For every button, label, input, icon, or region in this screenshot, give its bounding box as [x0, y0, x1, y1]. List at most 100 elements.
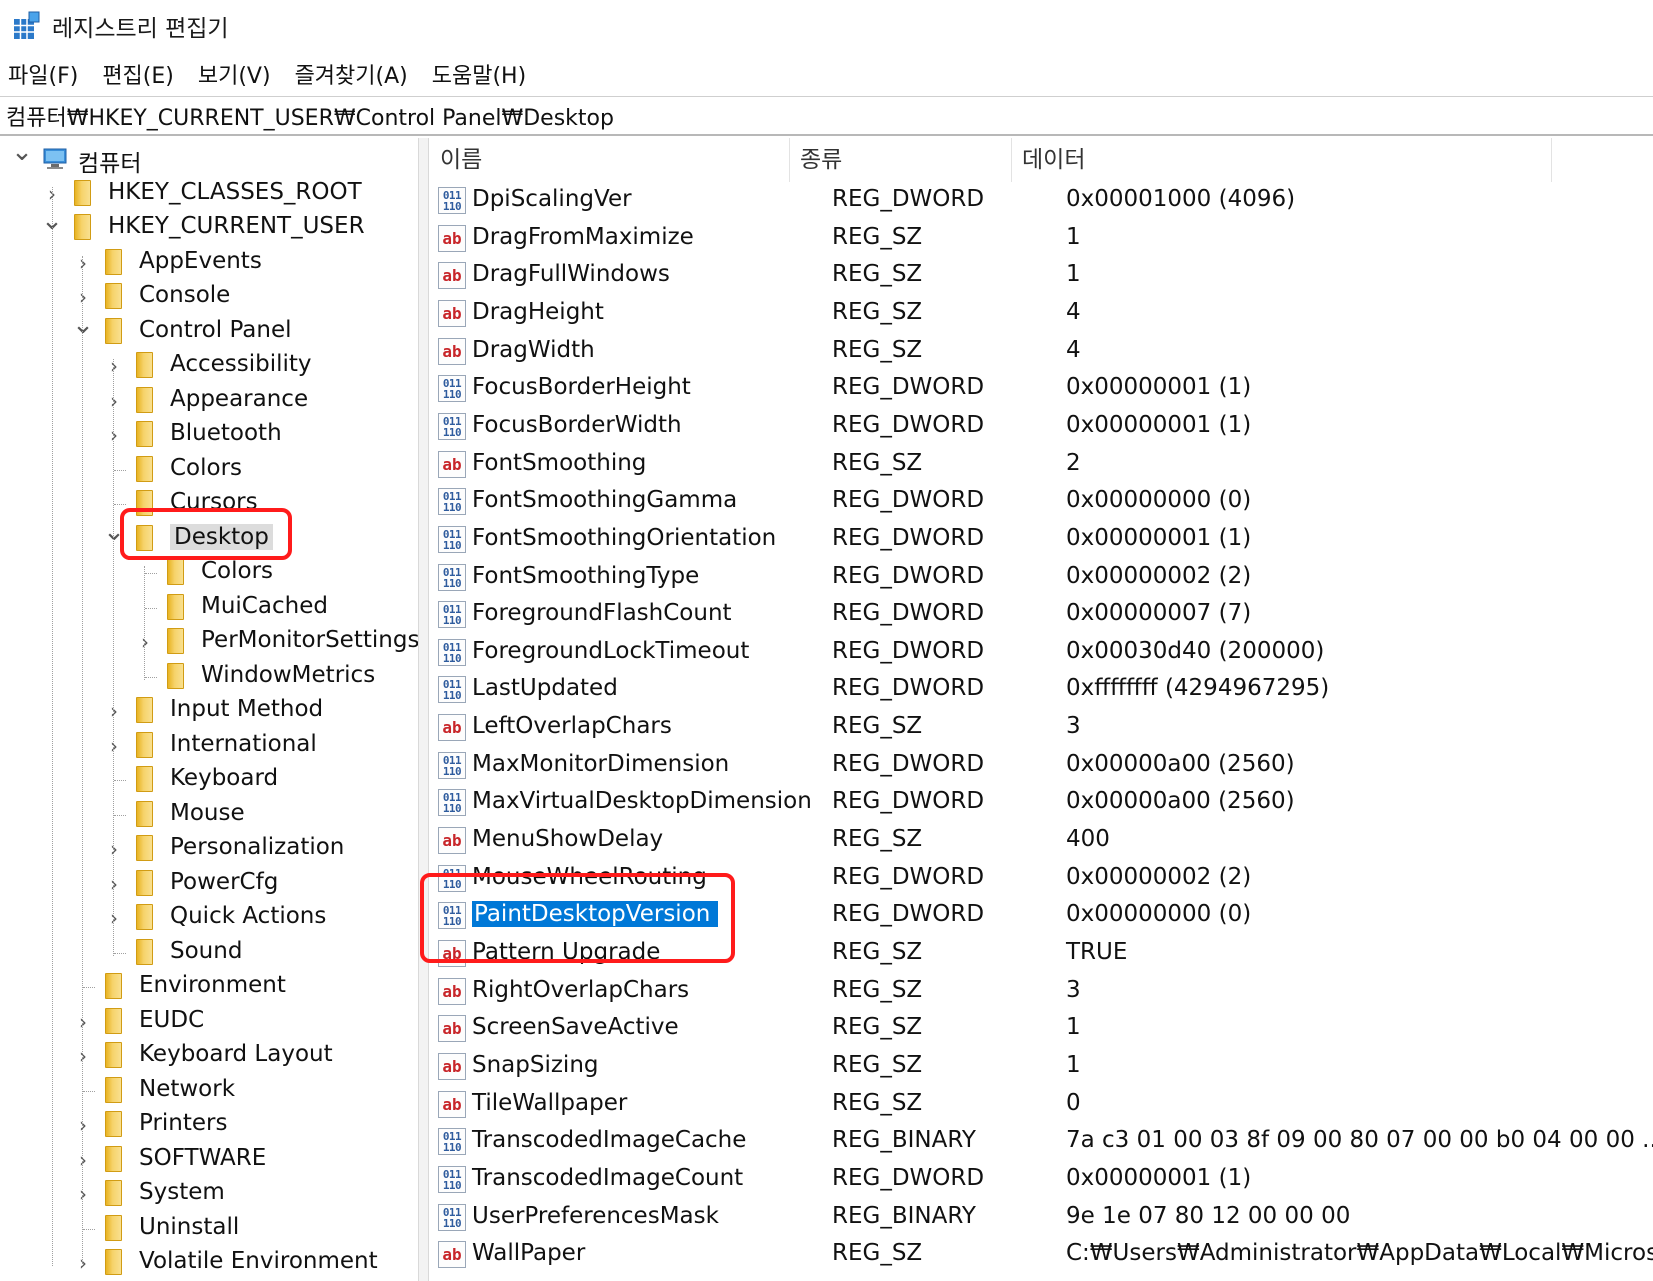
value-name[interactable]: MaxVirtualDesktopDimension: [472, 788, 812, 814]
value-name[interactable]: FocusBorderWidth: [472, 412, 682, 438]
value-row[interactable]: 011 110 DpiScalingVer REG_DWORD 0x00001000 (…: [430, 182, 1653, 219]
value-row[interactable]: 011 110 TranscodedImageCount REG_DWORD 0x000…: [430, 1161, 1653, 1198]
value-row[interactable]: ab ScreenSaveActive REG_SZ 1: [430, 1010, 1653, 1047]
value-row[interactable]: 011 110 LastUpdated REG_DWORD 0xffffffff (42…: [430, 671, 1653, 708]
chevron-right-icon[interactable]: ›: [102, 734, 126, 758]
tree-node[interactable]: › EUDC: [0, 1005, 418, 1039]
chevron-down-icon[interactable]: ⌄: [71, 312, 95, 338]
value-row[interactable]: ab DragFromMaximize REG_SZ 1: [430, 220, 1653, 257]
value-row[interactable]: ab SnapSizing REG_SZ 1: [430, 1048, 1653, 1085]
column-header-name[interactable]: 이름: [430, 138, 790, 182]
key-tree-pane[interactable]: ⌄ 컴퓨터 › HKEY_CLASSES_ROOT ⌄ HKEY_CURRENT_USER…: [0, 138, 418, 1281]
values-list-pane[interactable]: 이름 종류 데이터 011 110 DpiScalingVer REG_DWORD 0x…: [430, 138, 1653, 1281]
chevron-right-icon[interactable]: ›: [102, 423, 126, 447]
chevron-right-icon[interactable]: ›: [102, 699, 126, 723]
value-name[interactable]: FontSmoothingGamma: [472, 487, 737, 513]
menu-file[interactable]: 파일(F): [8, 58, 78, 90]
chevron-right-icon[interactable]: ›: [71, 1182, 95, 1206]
address-path[interactable]: 컴퓨터₩HKEY_CURRENT_USER₩Control Panel₩Desk…: [6, 100, 614, 132]
value-name[interactable]: DragFromMaximize: [472, 224, 694, 250]
value-name[interactable]: DragWidth: [472, 337, 595, 363]
chevron-right-icon[interactable]: ›: [71, 1113, 95, 1137]
tree-node[interactable]: Sound: [0, 936, 418, 970]
value-name[interactable]: LeftOverlapChars: [472, 713, 672, 739]
tree-node[interactable]: MuiCached: [0, 591, 418, 625]
value-name[interactable]: MenuShowDelay: [472, 826, 663, 852]
value-name[interactable]: DragFullWindows: [472, 261, 670, 287]
tree-node[interactable]: › PerMonitorSettings: [0, 625, 418, 659]
tree-node[interactable]: Network: [0, 1074, 418, 1108]
value-row[interactable]: 011 110 FontSmoothingType REG_DWORD 0x000000…: [430, 559, 1653, 596]
value-row[interactable]: ab LeftOverlapChars REG_SZ 3: [430, 709, 1653, 746]
tree-node[interactable]: › International: [0, 729, 418, 763]
tree-node[interactable]: › Keyboard Layout: [0, 1039, 418, 1073]
value-row[interactable]: ab DragWidth REG_SZ 4: [430, 333, 1653, 370]
menu-help[interactable]: 도움말(H): [432, 58, 526, 90]
value-row[interactable]: ab RightOverlapChars REG_SZ 3: [430, 973, 1653, 1010]
menu-favorites[interactable]: 즐겨찾기(A): [295, 58, 408, 90]
value-name[interactable]: SnapSizing: [472, 1052, 599, 1078]
tree-node[interactable]: › Personalization: [0, 832, 418, 866]
value-row[interactable]: ab FontSmoothing REG_SZ 2: [430, 446, 1653, 483]
chevron-right-icon[interactable]: ›: [71, 1148, 95, 1172]
chevron-right-icon[interactable]: ›: [71, 1251, 95, 1275]
chevron-right-icon[interactable]: ›: [102, 354, 126, 378]
chevron-right-icon[interactable]: ›: [102, 837, 126, 861]
value-name[interactable]: WallPaper: [472, 1240, 585, 1266]
tree-node[interactable]: › System: [0, 1177, 418, 1211]
chevron-right-icon[interactable]: ›: [102, 872, 126, 896]
tree-node[interactable]: › SOFTWARE: [0, 1143, 418, 1177]
value-row[interactable]: ab WallPaper REG_SZ C:₩Users₩Administrator₩…: [430, 1236, 1653, 1273]
value-name[interactable]: FontSmoothingOrientation: [472, 525, 776, 551]
value-name[interactable]: DpiScalingVer: [472, 186, 632, 212]
value-name[interactable]: TranscodedImageCount: [472, 1165, 743, 1191]
tree-node[interactable]: › Input Method: [0, 694, 418, 728]
tree-node[interactable]: ⌄ HKEY_CURRENT_USER: [0, 208, 418, 245]
tree-node[interactable]: › Accessibility: [0, 349, 418, 383]
tree-node[interactable]: Uninstall: [0, 1212, 418, 1246]
value-row[interactable]: 011 110 ForegroundLockTimeout REG_DWORD 0x00…: [430, 634, 1653, 671]
tree-node[interactable]: › Quick Actions: [0, 901, 418, 935]
chevron-right-icon[interactable]: ›: [71, 1010, 95, 1034]
tree-node[interactable]: ⌄ Control Panel: [0, 312, 418, 349]
value-row[interactable]: 011 110 ForegroundFlashCount REG_DWORD 0x000…: [430, 596, 1653, 633]
value-row[interactable]: ab DragFullWindows REG_SZ 1: [430, 257, 1653, 294]
value-name[interactable]: TileWallpaper: [472, 1090, 627, 1116]
value-name[interactable]: DragHeight: [472, 299, 604, 325]
value-name[interactable]: ScreenSaveActive: [472, 1014, 679, 1040]
value-name[interactable]: TranscodedImageCache: [472, 1127, 746, 1153]
pane-splitter[interactable]: [418, 138, 429, 1281]
value-name[interactable]: FontSmoothingType: [472, 563, 699, 589]
menu-edit[interactable]: 편집(E): [102, 58, 174, 90]
chevron-down-icon[interactable]: ⌄: [10, 139, 34, 165]
tree-node[interactable]: › Volatile Environment: [0, 1246, 418, 1280]
value-name[interactable]: UserPreferencesMask: [472, 1203, 719, 1229]
value-row[interactable]: 011 110 FontSmoothingGamma REG_DWORD 0x00000…: [430, 483, 1653, 520]
tree-node[interactable]: Colors: [0, 453, 418, 487]
tree-node[interactable]: Mouse: [0, 798, 418, 832]
tree-node[interactable]: › AppEvents: [0, 246, 418, 280]
value-row[interactable]: 011 110 MaxMonitorDimension REG_DWORD 0x0000…: [430, 747, 1653, 784]
value-row[interactable]: 011 110 FontSmoothingOrientation REG_DWORD 0…: [430, 521, 1653, 558]
value-name[interactable]: ForegroundFlashCount: [472, 600, 732, 626]
column-header-data[interactable]: 데이터: [1012, 138, 1552, 182]
tree-node[interactable]: › Console: [0, 280, 418, 314]
chevron-right-icon[interactable]: ›: [102, 906, 126, 930]
chevron-right-icon[interactable]: ›: [71, 285, 95, 309]
tree-node[interactable]: › Appearance: [0, 384, 418, 418]
chevron-right-icon[interactable]: ›: [102, 389, 126, 413]
tree-node[interactable]: › Printers: [0, 1108, 418, 1142]
value-row[interactable]: 011 110 MaxVirtualDesktopDimension REG_DWOR…: [430, 784, 1653, 821]
value-row[interactable]: 011 110 FocusBorderWidth REG_DWORD 0x0000000…: [430, 408, 1653, 445]
tree-node[interactable]: › PowerCfg: [0, 867, 418, 901]
value-name[interactable]: RightOverlapChars: [472, 977, 689, 1003]
tree-node[interactable]: ⌄ 컴퓨터: [0, 139, 418, 177]
column-header-type[interactable]: 종류: [790, 138, 1012, 182]
value-row[interactable]: 011 110 UserPreferencesMask REG_BINARY 9e 1e…: [430, 1199, 1653, 1236]
tree-node[interactable]: WindowMetrics: [0, 660, 418, 694]
value-row[interactable]: ab TileWallpaper REG_SZ 0: [430, 1086, 1653, 1123]
value-row[interactable]: 011 110 FocusBorderHeight REG_DWORD 0x000000…: [430, 370, 1653, 407]
value-name[interactable]: ForegroundLockTimeout: [472, 638, 749, 664]
address-bar[interactable]: 컴퓨터₩HKEY_CURRENT_USER₩Control Panel₩Desk…: [0, 96, 1653, 136]
tree-node[interactable]: Colors: [0, 556, 418, 590]
